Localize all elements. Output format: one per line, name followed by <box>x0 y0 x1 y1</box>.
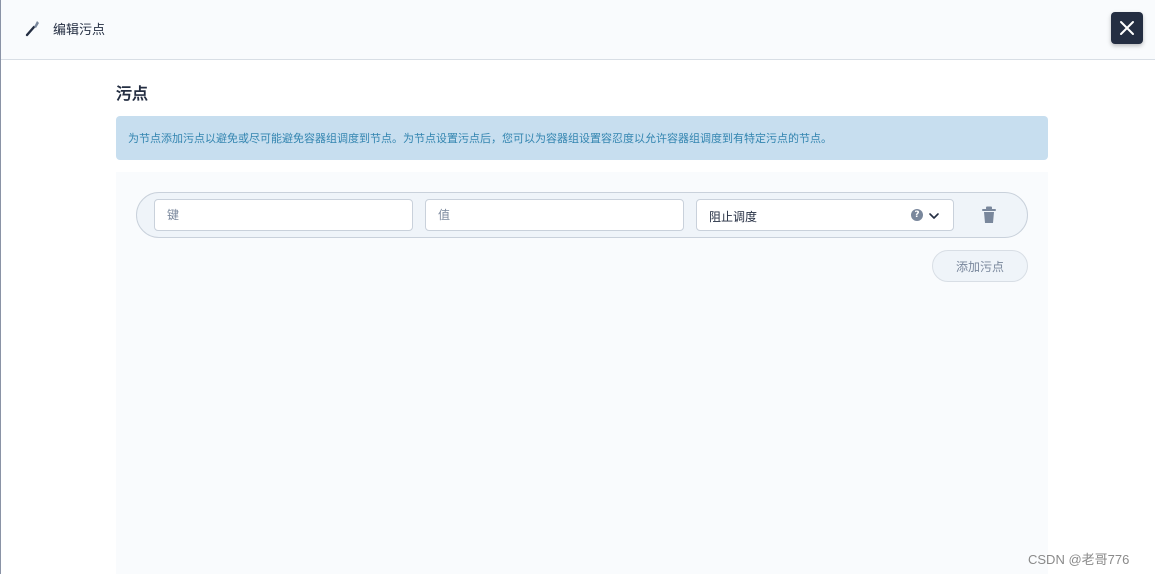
wrench-icon <box>23 18 43 38</box>
window-left-edge <box>0 0 1 574</box>
taint-effect-value: 阻止调度 <box>709 210 758 224</box>
close-icon <box>1120 21 1134 35</box>
section-title: 污点 <box>116 84 149 103</box>
info-banner: 为节点添加污点以避免或尽可能避免容器组调度到节点。为节点设置污点后，您可以为容器… <box>116 116 1048 160</box>
add-taint-button[interactable]: 添加污点 <box>932 250 1028 282</box>
modal-header: 编辑污点 <box>1 0 1155 60</box>
close-button[interactable] <box>1111 12 1143 44</box>
watermark: CSDN @老哥776 <box>1028 552 1130 567</box>
taint-row: 阻止调度 ? <box>136 192 1028 238</box>
taint-value-input[interactable] <box>425 199 684 231</box>
help-icon[interactable]: ? <box>911 209 923 221</box>
info-text: 为节点添加污点以避免或尽可能避免容器组调度到节点。为节点设置污点后，您可以为容器… <box>128 132 832 145</box>
chevron-down-icon <box>929 213 939 219</box>
taints-panel: 阻止调度 ? 添加污点 <box>116 172 1048 574</box>
modal-title: 编辑污点 <box>53 23 106 38</box>
taint-effect-select[interactable]: 阻止调度 ? <box>696 199 954 231</box>
trash-icon[interactable] <box>981 206 997 224</box>
taint-key-input[interactable] <box>154 199 413 231</box>
